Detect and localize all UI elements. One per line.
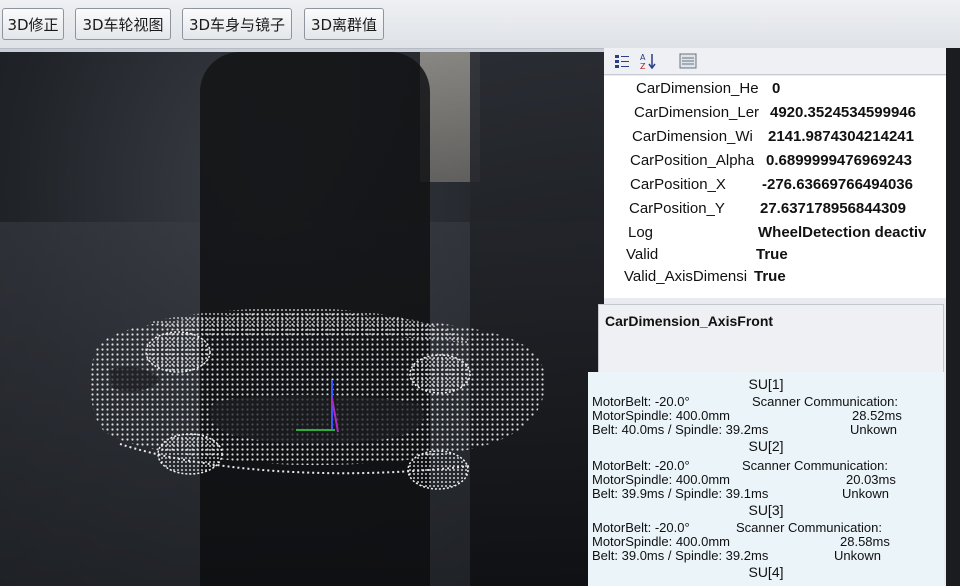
property-value[interactable]: 0: [772, 80, 948, 97]
categorized-view-icon[interactable]: [612, 51, 632, 71]
scanner-title: SU[2]: [748, 438, 784, 454]
motor-spindle: MotorSpindle: 400.0mm: [592, 408, 731, 423]
comm-state: Unkown: [834, 548, 881, 563]
property-value[interactable]: True: [756, 246, 932, 263]
property-name: Valid: [626, 246, 659, 263]
comm-state: Unkown: [850, 422, 897, 437]
motor-belt: MotorBelt: -20.0°: [592, 520, 690, 535]
monitor-bezel: [946, 48, 960, 586]
property-row[interactable]: Log WheelDetection deactiv: [604, 224, 948, 248]
property-value[interactable]: 4920.3524534599946: [770, 104, 946, 121]
view-3d-outlier-button[interactable]: 3D离群值: [304, 8, 384, 40]
view-3d-body-mirror-button[interactable]: 3D车身与镜子: [182, 8, 292, 40]
motor-belt: MotorBelt: -20.0°: [592, 458, 690, 473]
comm-time: 28.52ms: [852, 408, 902, 423]
car-point-cloud: [90, 308, 546, 490]
property-value[interactable]: 27.637178956844309: [760, 200, 936, 217]
sort-alphabetical-icon[interactable]: AZ: [638, 51, 658, 71]
motor-spindle: MotorSpindle: 400.0mm: [592, 534, 731, 549]
property-name: CarDimension_Wi: [632, 128, 753, 145]
property-row[interactable]: CarPosition_X -276.63669766494036: [604, 176, 948, 200]
view-toolbar: 3D修正 3D车轮视图 3D车身与镜子 3D离群值: [0, 0, 960, 49]
property-pages-icon[interactable]: [678, 51, 698, 71]
comm-state: Unkown: [842, 486, 889, 501]
scanner-title: SU[1]: [748, 376, 784, 392]
property-row[interactable]: CarDimension_Wi 2141.9874304214241: [604, 128, 948, 152]
property-name: CarPosition_Alpha: [630, 152, 755, 169]
comm-time: 20.03ms: [846, 472, 896, 487]
property-panel: AZ CarDimension_He 0 CarDimension_Ler 49…: [588, 48, 960, 586]
scanner-status-panel: SU[1] MotorBelt: -20.0° Scanner Communic…: [588, 372, 944, 586]
3d-viewport[interactable]: [0, 52, 604, 586]
property-value[interactable]: -276.63669766494036: [762, 176, 938, 193]
comm-time: 28.58ms: [840, 534, 890, 549]
timing: Belt: 39.0ms / Spindle: 39.2ms: [592, 548, 769, 563]
view-3d-wheel-button[interactable]: 3D车轮视图: [75, 8, 171, 40]
comm-label: Scanner Communication:: [752, 394, 898, 409]
svg-text:Z: Z: [640, 62, 646, 70]
scanner-title: SU[3]: [748, 502, 784, 518]
property-row[interactable]: CarPosition_Y 27.637178956844309: [604, 200, 948, 224]
view-3d-correction-button[interactable]: 3D修正: [2, 8, 64, 40]
scanner-title: SU[4]: [748, 564, 784, 580]
timing: Belt: 40.0ms / Spindle: 39.2ms: [592, 422, 769, 437]
property-value[interactable]: 2141.9874304214241: [768, 128, 944, 145]
property-value[interactable]: WheelDetection deactiv: [758, 224, 934, 241]
property-name: CarDimension_He: [636, 80, 759, 97]
property-name: CarPosition_X: [630, 176, 726, 193]
property-value[interactable]: True: [754, 268, 930, 285]
description-title: CarDimension_AxisFront: [605, 313, 774, 329]
motor-belt: MotorBelt: -20.0°: [592, 394, 690, 409]
property-row[interactable]: Valid True: [604, 246, 948, 270]
property-name: Valid_AxisDimensi: [624, 268, 748, 285]
property-row[interactable]: Valid_AxisDimensi True: [604, 268, 948, 292]
property-description: CarDimension_AxisFront: [598, 304, 944, 374]
property-row[interactable]: CarDimension_He 0: [604, 80, 948, 104]
property-value[interactable]: 0.6899999476969243: [766, 152, 942, 169]
svg-text:A: A: [640, 53, 646, 62]
property-name: CarPosition_Y: [629, 200, 725, 217]
comm-label: Scanner Communication:: [736, 520, 882, 535]
property-grid-toolbar: AZ: [604, 48, 960, 75]
property-name: CarDimension_Ler: [634, 104, 760, 121]
property-name: Log: [628, 224, 654, 241]
timing: Belt: 39.9ms / Spindle: 39.1ms: [592, 486, 769, 501]
motor-spindle: MotorSpindle: 400.0mm: [592, 472, 731, 487]
property-grid: CarDimension_He 0 CarDimension_Ler 4920.…: [604, 76, 948, 298]
property-row[interactable]: CarDimension_Ler 4920.3524534599946: [604, 104, 948, 128]
comm-label: Scanner Communication:: [742, 458, 888, 473]
property-row[interactable]: CarPosition_Alpha 0.6899999476969243: [604, 152, 948, 176]
